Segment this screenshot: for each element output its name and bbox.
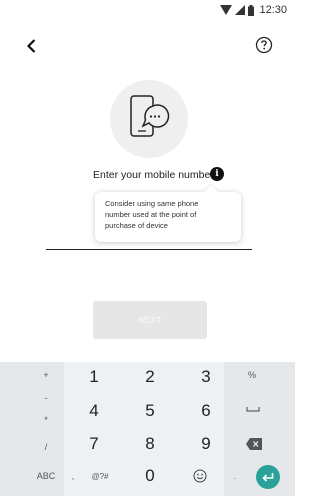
- enter-key[interactable]: [256, 465, 280, 489]
- key-minus[interactable]: -: [38, 392, 54, 404]
- key-6[interactable]: 6: [192, 400, 220, 422]
- tooltip-line-3: purchase of device: [105, 221, 168, 230]
- key-7[interactable]: 7: [80, 433, 108, 455]
- mobile-number-input[interactable]: [46, 249, 252, 250]
- enter-arrow-icon: [262, 473, 274, 482]
- space-bar-icon: [246, 407, 260, 412]
- key-symbols[interactable]: @?#: [88, 468, 112, 484]
- key-0[interactable]: 0: [136, 465, 164, 487]
- next-button[interactable]: NEXT: [93, 301, 207, 339]
- key-plus[interactable]: +: [38, 368, 54, 382]
- top-bar: [0, 28, 295, 62]
- key-percent[interactable]: %: [242, 368, 262, 382]
- tooltip-line-1: Consider using same phone: [105, 199, 199, 208]
- mobile-number-prompt: Enter your mobile number i: [0, 166, 295, 186]
- question-circle-icon: [255, 36, 273, 54]
- key-1[interactable]: 1: [80, 366, 108, 388]
- key-dot[interactable]: .: [230, 468, 240, 484]
- help-button[interactable]: [255, 36, 273, 54]
- numeric-keyboard: + - * / ABC , 1 2 3 4 5 6 7 8 9 0 @?# . …: [0, 362, 295, 496]
- signal-icon: [235, 5, 246, 15]
- space-key[interactable]: [242, 402, 264, 416]
- prompt-label: Enter your mobile number: [93, 169, 214, 181]
- backspace-key[interactable]: [242, 436, 266, 452]
- tooltip-text: Consider using same phone number used at…: [105, 198, 231, 231]
- hero-illustration: [110, 80, 188, 158]
- key-asterisk[interactable]: *: [38, 414, 54, 426]
- key-4[interactable]: 4: [80, 400, 108, 422]
- battery-icon: [248, 4, 255, 16]
- key-2[interactable]: 2: [136, 366, 164, 388]
- status-bar: 12:30: [0, 0, 295, 22]
- key-comma[interactable]: ,: [68, 468, 78, 484]
- key-8[interactable]: 8: [136, 433, 164, 455]
- tooltip-arrow: [203, 184, 219, 200]
- key-slash[interactable]: /: [38, 440, 54, 454]
- info-tooltip: Consider using same phone number used at…: [95, 184, 241, 242]
- smiley-icon: [193, 469, 207, 483]
- key-abc[interactable]: ABC: [28, 468, 64, 484]
- phone-chat-icon: [130, 95, 170, 137]
- key-5[interactable]: 5: [136, 400, 164, 422]
- back-button[interactable]: [22, 36, 42, 56]
- key-3[interactable]: 3: [192, 366, 220, 388]
- tooltip-line-2: number used at the point of: [105, 210, 197, 219]
- key-9[interactable]: 9: [192, 433, 220, 455]
- wifi-icon: [220, 5, 233, 15]
- emoji-key[interactable]: [190, 466, 210, 486]
- chevron-left-icon: [26, 39, 36, 53]
- info-icon[interactable]: i: [210, 167, 224, 181]
- status-time: 12:30: [259, 4, 287, 16]
- backspace-icon: [246, 438, 262, 450]
